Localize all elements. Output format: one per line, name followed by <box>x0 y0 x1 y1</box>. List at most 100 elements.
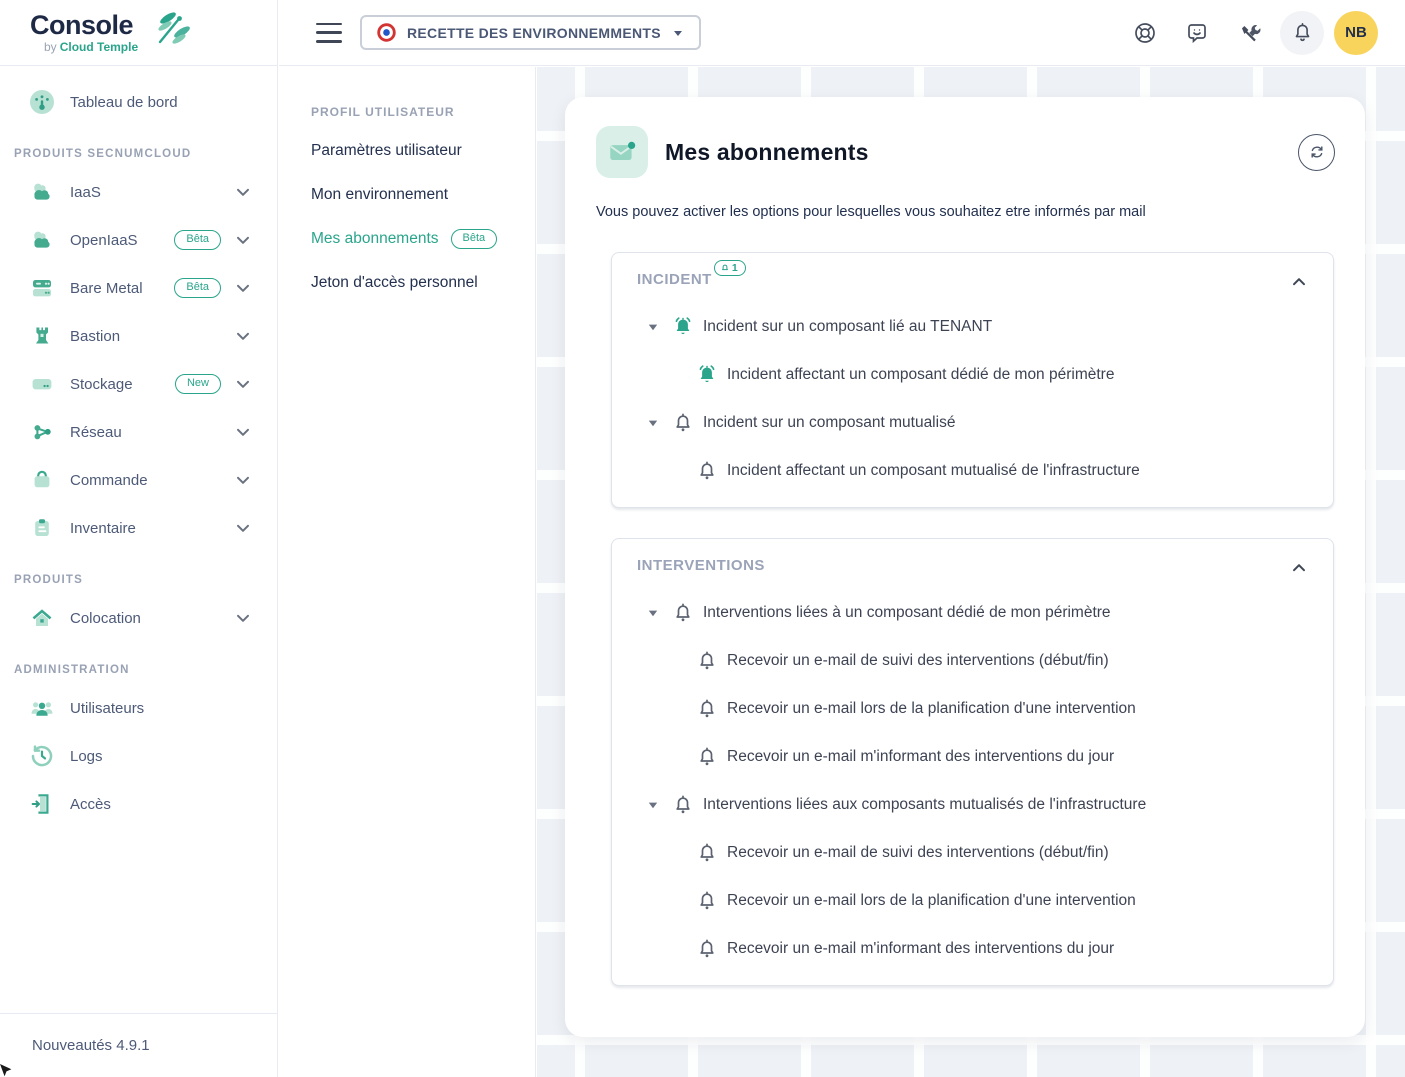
environment-selector-button[interactable]: RECETTE DES ENVIRONNEMMENTS <box>360 15 701 50</box>
panel-header-incident[interactable]: INCIDENT1 <box>612 253 1333 290</box>
sidebar-item-reseau[interactable]: Réseau <box>0 408 277 456</box>
panel-title: INCIDENT <box>637 271 712 289</box>
bell-active-icon[interactable] <box>695 363 719 387</box>
caret-down-icon[interactable] <box>647 607 659 619</box>
tools-icon[interactable] <box>1237 21 1261 45</box>
subscription-row[interactable]: Interventions liées à un composant dédié… <box>612 589 1333 637</box>
app-window: Console byCloud Temple Tableau de <box>0 0 1405 1077</box>
subscription-row[interactable]: Recevoir un e-mail lors de la planificat… <box>612 685 1333 733</box>
caret-down-icon[interactable] <box>647 321 659 333</box>
sidebar-item-stockage[interactable]: StockageNew <box>0 360 277 408</box>
network-icon <box>28 418 56 446</box>
sidebar-item-label: Utilisateurs <box>70 700 144 717</box>
chevron-down-icon <box>235 520 251 536</box>
user-avatar[interactable]: NB <box>1334 11 1378 55</box>
subscription-row[interactable]: Recevoir un e-mail m'informant des inter… <box>612 733 1333 781</box>
subscription-row[interactable]: Interventions liées aux composants mutua… <box>612 781 1333 829</box>
refresh-button[interactable] <box>1298 134 1335 171</box>
bell-inactive-icon[interactable] <box>671 601 695 625</box>
subnav-item-jeton-d-acces-personnel[interactable]: Jeton d'accès personnel <box>311 261 535 305</box>
sidebar-item-label: Tableau de bord <box>70 94 178 111</box>
cloud-icon <box>28 226 56 254</box>
sidebar-item-bare-metal[interactable]: Bare Metal Bêta <box>0 264 277 312</box>
caret-down-icon[interactable] <box>647 799 659 811</box>
bell-icon <box>1291 21 1314 44</box>
brand-logo[interactable]: Console byCloud Temple <box>0 0 277 66</box>
sidebar-item-colocation[interactable]: Colocation <box>0 594 277 642</box>
whats-new-link[interactable]: Nouveautés 4.9.1 <box>0 1013 277 1077</box>
collapse-chevron-icon[interactable] <box>1291 560 1307 576</box>
feedback-bubble-icon[interactable] <box>1185 21 1209 45</box>
sidebar-item-label: Bastion <box>70 328 120 345</box>
subscription-label: Interventions liées à un composant dédié… <box>703 604 1111 622</box>
beta-badge: Bêta <box>174 278 221 298</box>
subnav-item-label: Jeton d'accès personnel <box>311 274 478 292</box>
sidebar-item-tableau-de-bord[interactable]: Tableau de bord <box>0 78 277 126</box>
subscription-label: Recevoir un e-mail de suivi des interven… <box>727 844 1109 862</box>
sidebar-item-logs[interactable]: Logs <box>0 732 277 780</box>
caret-down-icon[interactable] <box>647 417 659 429</box>
sidebar-item-label: Bare Metal <box>70 280 143 297</box>
subscription-row[interactable]: Incident affectant un composant mutualis… <box>612 447 1333 495</box>
bag-icon <box>28 466 56 494</box>
sidebar-nav: Tableau de bord PRODUITS SECNUMCLOUDIaaSO… <box>0 66 277 1013</box>
bell-icon <box>720 263 730 273</box>
subscription-row[interactable]: Recevoir un e-mail m'informant des inter… <box>612 925 1333 973</box>
sidebar-item-label: Stockage <box>70 376 133 393</box>
subnav-item-mes-abonnements[interactable]: Mes abonnementsBêta <box>311 217 535 261</box>
sidebar-item-iaas[interactable]: IaaS <box>0 168 277 216</box>
bell-inactive-icon[interactable] <box>695 745 719 769</box>
sidebar-item-utilisateurs[interactable]: Utilisateurs <box>0 684 277 732</box>
bell-inactive-icon[interactable] <box>695 459 719 483</box>
bell-inactive-icon[interactable] <box>695 649 719 673</box>
subscription-row[interactable]: Recevoir un e-mail lors de la planificat… <box>612 877 1333 925</box>
sidebar-item-label: Accès <box>70 796 111 813</box>
sidebar-item-bastion[interactable]: Bastion <box>0 312 277 360</box>
panel-interventions: INTERVENTIONS Interventions liées à un c… <box>611 538 1334 986</box>
bell-inactive-icon[interactable] <box>695 889 719 913</box>
subscription-row[interactable]: Incident affectant un composant dédié de… <box>612 351 1333 399</box>
panel-header-interventions[interactable]: INTERVENTIONS <box>612 539 1333 576</box>
subscription-label: Incident sur un composant lié au TENANT <box>703 318 992 336</box>
chevron-down-icon <box>235 472 251 488</box>
bell-inactive-icon[interactable] <box>671 793 695 817</box>
chevron-down-icon <box>235 184 251 200</box>
sidebar-item-inventaire[interactable]: Inventaire <box>0 504 277 552</box>
chevron-down-icon <box>235 610 251 626</box>
subscription-row[interactable]: Recevoir un e-mail de suivi des interven… <box>612 829 1333 877</box>
subscriptions-card: Mes abonnements Vous pouvez activer les … <box>565 97 1365 1037</box>
sidebar-item-acces[interactable]: Accès <box>0 780 277 828</box>
chevron-down-icon <box>235 280 251 296</box>
notifications-button[interactable] <box>1280 11 1324 55</box>
brand-name: Console <box>30 12 138 39</box>
subscription-row[interactable]: Recevoir un e-mail de suivi des interven… <box>612 637 1333 685</box>
subscription-row[interactable]: Incident sur un composant mutualisé <box>612 399 1333 447</box>
bell-inactive-icon[interactable] <box>695 697 719 721</box>
storage-icon <box>28 370 56 398</box>
subnav-item-parametres-utilisateur[interactable]: Paramètres utilisateur <box>311 129 535 173</box>
users-icon <box>28 694 56 722</box>
subscription-label: Incident affectant un composant dédié de… <box>727 366 1114 384</box>
sidebar-section-label: PRODUITS SECNUMCLOUD <box>0 126 277 168</box>
sidebar-item-openiaas[interactable]: OpenIaaSBêta <box>0 216 277 264</box>
beta-badge: Bêta <box>174 230 221 250</box>
hamburger-menu-icon[interactable] <box>316 23 342 43</box>
sidebar-section-label: ADMINISTRATION <box>0 642 277 684</box>
sidebar-item-commande[interactable]: Commande <box>0 456 277 504</box>
panel-title: INTERVENTIONS <box>637 557 765 575</box>
bell-inactive-icon[interactable] <box>695 841 719 865</box>
caret-down-icon <box>672 27 684 39</box>
sidebar-item-label: Colocation <box>70 610 141 627</box>
bell-inactive-icon[interactable] <box>671 411 695 435</box>
support-lifebuoy-icon[interactable] <box>1133 21 1157 45</box>
collapse-chevron-icon[interactable] <box>1291 274 1307 290</box>
bell-active-icon[interactable] <box>671 315 695 339</box>
notification-count-badge: 1 <box>714 260 746 276</box>
chevron-down-icon <box>235 232 251 248</box>
server-icon <box>28 274 56 302</box>
subnav-item-mon-environnement[interactable]: Mon environnement <box>311 173 535 217</box>
sidebar-section-label: PRODUITS <box>0 552 277 594</box>
subscription-label: Recevoir un e-mail m'informant des inter… <box>727 940 1114 958</box>
bell-inactive-icon[interactable] <box>695 937 719 961</box>
subscription-row[interactable]: Incident sur un composant lié au TENANT <box>612 303 1333 351</box>
